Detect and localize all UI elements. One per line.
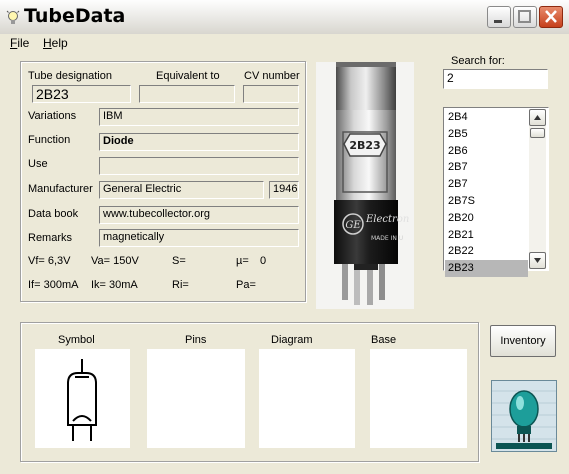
use-field[interactable] xyxy=(99,157,299,175)
close-button[interactable] xyxy=(539,6,563,28)
menu-bar xyxy=(0,34,569,52)
scroll-down-button[interactable] xyxy=(529,252,546,269)
equivalent-label: Equivalent to xyxy=(156,70,220,82)
list-scrollbar[interactable] xyxy=(529,109,546,269)
tube-logo-icon xyxy=(492,381,556,451)
made-in-text: MADE IN U xyxy=(371,235,403,242)
pins-label: Pins xyxy=(185,334,207,346)
symbol-panel xyxy=(35,349,130,448)
s-value: S= xyxy=(172,255,186,267)
cv-number-field[interactable] xyxy=(243,85,299,103)
tube-photo: 2B23 GE Electron MADE IN U xyxy=(316,62,414,309)
glass-label: 2B23 xyxy=(349,139,380,152)
menu-help[interactable]: Help xyxy=(43,36,68,50)
chevron-down-icon xyxy=(534,258,541,263)
manufacturer-field[interactable]: General Electric xyxy=(99,181,264,199)
close-icon xyxy=(545,10,557,23)
remarks-field[interactable]: magnetically xyxy=(99,229,299,247)
manufacturer-label: Manufacturer xyxy=(28,183,93,195)
mu-value: 0 xyxy=(260,255,267,267)
minimize-button[interactable] xyxy=(487,6,511,28)
list-item[interactable]: 2B5 xyxy=(445,126,528,143)
va-value: Va= 150V xyxy=(91,255,139,267)
scroll-thumb[interactable] xyxy=(530,128,545,138)
tube-list[interactable]: 2B4 2B5 2B6 2B7 2B7 2B7S 2B20 2B21 2B22 2B23 xyxy=(443,107,549,277)
list-item[interactable]: 2B21 xyxy=(445,227,528,244)
variations-field[interactable]: IBM xyxy=(99,108,299,126)
svg-text:GE: GE xyxy=(345,220,361,231)
list-item[interactable]: 2B6 xyxy=(445,143,528,160)
window-title: TubeData xyxy=(24,5,126,27)
function-field[interactable]: Diode xyxy=(99,133,299,151)
base-panel xyxy=(370,349,467,448)
search-input[interactable]: 2 xyxy=(443,69,548,89)
maximize-button[interactable] xyxy=(513,6,537,28)
function-label: Function xyxy=(28,134,71,146)
ri-value: Ri= xyxy=(172,279,189,291)
maximize-icon xyxy=(518,10,531,23)
remarks-label: Remarks xyxy=(28,232,73,244)
chevron-up-icon xyxy=(534,115,541,120)
inventory-button[interactable]: Inventory xyxy=(490,325,556,357)
app-bulb-icon xyxy=(6,9,20,27)
variations-label: Variations xyxy=(28,110,77,122)
list-item[interactable]: 2B7 xyxy=(445,159,528,176)
brand-script: Electron xyxy=(365,214,409,225)
if-value: If= 300mA xyxy=(28,279,79,291)
databook-field[interactable]: www.tubecollector.org xyxy=(99,206,299,224)
year-field[interactable]: 1946 xyxy=(269,181,299,199)
list-item[interactable]: 2B22 xyxy=(445,243,528,260)
minimize-icon xyxy=(494,20,502,23)
base-label: Base xyxy=(371,334,397,346)
list-item[interactable]: 2B20 xyxy=(445,210,528,227)
ik-value: Ik= 30mA xyxy=(91,279,138,291)
use-label: Use xyxy=(28,158,48,170)
pins-panel xyxy=(147,349,245,448)
symbol-label: Symbol xyxy=(58,334,95,346)
menu-file[interactable]: File xyxy=(10,36,29,50)
list-item[interactable]: 2B4 xyxy=(445,109,528,126)
list-item[interactable]: 2B7 xyxy=(445,176,528,193)
pa-value: Pa= xyxy=(236,279,256,291)
diagram-panel xyxy=(259,349,355,448)
cv-number-label: CV number xyxy=(244,70,300,82)
designation-field[interactable]: 2B23 xyxy=(32,85,131,103)
diagram-label: Diagram xyxy=(271,334,313,346)
equivalent-field[interactable] xyxy=(139,85,235,103)
mu-label: µ= xyxy=(236,255,249,267)
list-item[interactable]: 2B23 xyxy=(445,260,528,277)
search-label: Search for: xyxy=(451,55,505,67)
diode-symbol-icon xyxy=(67,359,97,441)
tubecollector-logo[interactable] xyxy=(491,380,557,452)
vf-value: Vf= 6,3V xyxy=(28,255,71,267)
scroll-up-button[interactable] xyxy=(529,109,546,126)
list-item[interactable]: 2B7S xyxy=(445,193,528,210)
databook-label: Data book xyxy=(28,208,79,220)
designation-label: Tube designation xyxy=(28,70,112,82)
